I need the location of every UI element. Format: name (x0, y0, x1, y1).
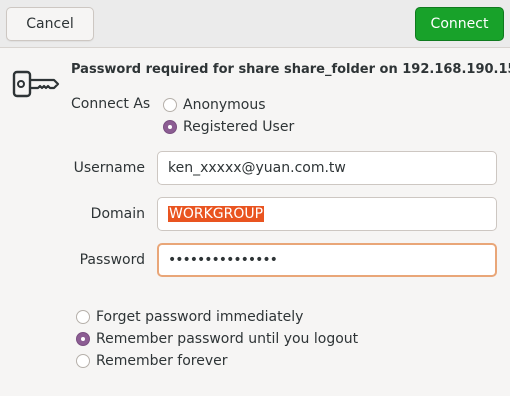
radio-registered-user[interactable]: Registered User (163, 119, 294, 135)
radio-remember-until-logout-label: Remember password until you logout (96, 331, 359, 347)
domain-field[interactable]: WORKGROUP (157, 197, 497, 231)
radio-indicator (76, 354, 90, 368)
radio-forget-immediately[interactable]: Forget password immediately (76, 309, 303, 325)
radio-remember-forever[interactable]: Remember forever (76, 353, 228, 369)
radio-anonymous[interactable]: Anonymous (163, 97, 266, 113)
username-value: ken_xxxxx@yuan.com.tw (168, 160, 346, 176)
radio-indicator (163, 98, 177, 112)
radio-remember-until-logout[interactable]: Remember password until you logout (76, 331, 358, 347)
domain-label: Domain (90, 206, 145, 222)
password-label: Password (79, 252, 145, 268)
password-value: ••••••••••••••• (168, 252, 278, 268)
connect-button[interactable]: Connect (415, 7, 504, 41)
dialog-header: Cancel Connect (0, 0, 510, 48)
domain-value-selected: WORKGROUP (168, 206, 265, 222)
radio-indicator-checked (76, 332, 90, 346)
username-label: Username (73, 160, 145, 176)
radio-indicator (76, 310, 90, 324)
password-field[interactable]: ••••••••••••••• (157, 243, 497, 277)
radio-forget-immediately-label: Forget password immediately (96, 309, 304, 325)
connect-as-label: Connect As (71, 96, 151, 112)
radio-registered-user-label: Registered User (183, 119, 295, 135)
radio-remember-forever-label: Remember forever (96, 353, 228, 369)
radio-indicator-checked (163, 120, 177, 134)
key-icon (12, 70, 60, 98)
radio-anonymous-label: Anonymous (183, 97, 266, 113)
cancel-button[interactable]: Cancel (6, 7, 94, 41)
username-field[interactable]: ken_xxxxx@yuan.com.tw (157, 151, 497, 185)
dialog-heading: Password required for share share_folder… (71, 62, 510, 77)
